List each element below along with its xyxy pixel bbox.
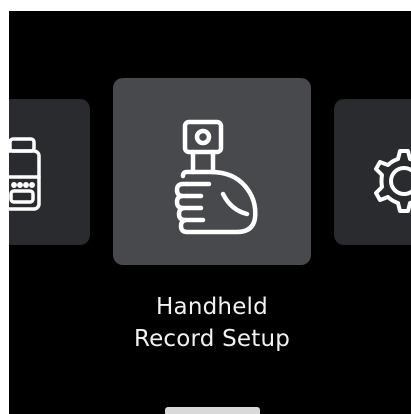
gear-icon [374,149,411,213]
menu-tile-battery[interactable] [9,99,90,245]
selected-item-label-line2: Record Setup [133,326,291,352]
menu-tile-settings[interactable] [334,99,411,245]
menu-tile-handheld-record-setup[interactable] [113,78,311,265]
handheld-grip-icon [174,119,258,235]
menu-screen: Handheld Record Setup [9,11,411,414]
selected-item-label: Handheld Record Setup [113,291,311,355]
battery-pack-icon [9,137,41,211]
selected-item-label-line1: Handheld [156,294,268,320]
page-indicator [165,407,260,414]
